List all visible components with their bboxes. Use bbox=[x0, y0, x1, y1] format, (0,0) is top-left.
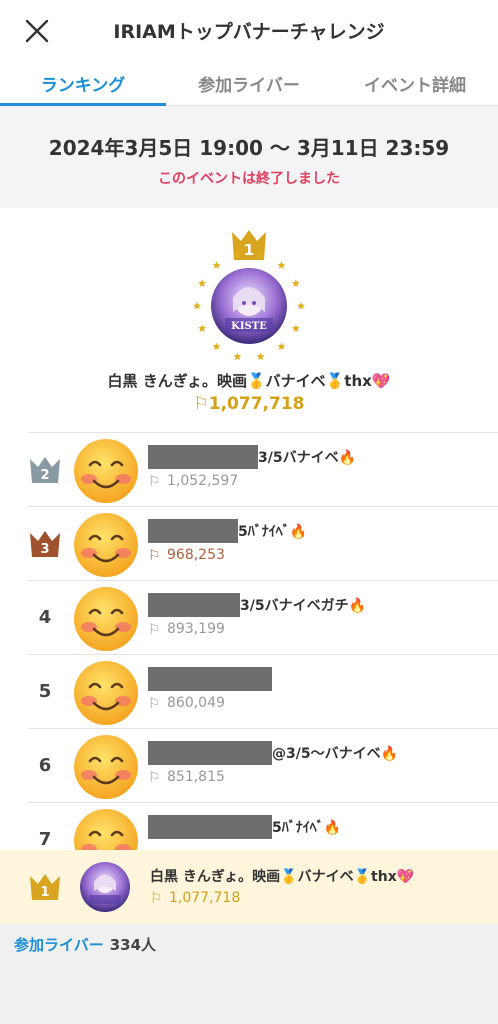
event-period: 2024年3月5日 19:00 〜 3月11日 23:59 bbox=[48, 136, 450, 160]
liver-score: ⚐ 851,815 bbox=[148, 769, 225, 786]
liver-score: ⚐ 893,199 bbox=[148, 621, 225, 638]
event-period-panel: 2024年3月5日 19:00 〜 3月11日 23:59 このイベントは終了し… bbox=[0, 106, 498, 208]
tab-participants[interactable]: 参加ライバー bbox=[166, 60, 332, 105]
star-icon bbox=[233, 352, 242, 361]
star-icon bbox=[198, 324, 207, 332]
liver-score: ⚐ 860,049 bbox=[148, 695, 225, 712]
flag-icon: ⚐ bbox=[148, 548, 161, 564]
top1-avatar[interactable]: KISTE bbox=[211, 268, 287, 344]
star-icon bbox=[291, 279, 300, 287]
svg-text:KISTE: KISTE bbox=[231, 321, 267, 332]
flag-icon: ⚐ bbox=[148, 474, 161, 490]
star-icon bbox=[212, 261, 221, 269]
smiling-face-icon bbox=[74, 439, 138, 503]
redacted-name bbox=[148, 593, 240, 617]
star-icon bbox=[193, 301, 201, 310]
flag-icon: ⚐ bbox=[193, 394, 209, 414]
liver-name bbox=[148, 667, 272, 691]
event-ended-notice: このイベントは終了しました bbox=[158, 171, 340, 187]
liver-name: 3/5バナイベガチ🔥 bbox=[148, 593, 366, 617]
ranking-row[interactable]: 6 @3/5〜バナイベ🔥 ⚐ 851,815 bbox=[28, 728, 498, 802]
star-icon bbox=[297, 301, 305, 310]
liver-score: ⚐ 1,052,597 bbox=[148, 473, 239, 490]
star-icon bbox=[233, 251, 242, 259]
ranking-row[interactable]: 7 5ﾊﾞﾅｲﾍﾞ🔥 bbox=[28, 802, 498, 873]
top1-score: ⚐1,077,718 bbox=[193, 394, 305, 414]
flag-icon: ⚐ bbox=[148, 622, 161, 638]
tab-bar: ランキング 参加ライバー イベント詳細 bbox=[0, 60, 498, 106]
redacted-name bbox=[148, 445, 258, 469]
star-icon bbox=[256, 352, 265, 361]
page-title: IRIAMトップバナーチャレンジ bbox=[113, 21, 385, 43]
tab-event-details[interactable]: イベント詳細 bbox=[332, 60, 498, 105]
redacted-name bbox=[148, 519, 238, 543]
liver-name: 5ﾊﾞﾅｲﾍﾞ🔥 bbox=[148, 815, 341, 839]
footer: 参加ライバー 334人 bbox=[0, 924, 498, 1024]
gold-crown-icon: 1 bbox=[30, 874, 60, 900]
rank-number: 6 bbox=[38, 755, 52, 776]
svg-text:3: 3 bbox=[40, 542, 49, 557]
rank-number: 7 bbox=[38, 829, 52, 850]
redacted-name bbox=[148, 815, 272, 839]
smiling-face-icon bbox=[74, 587, 138, 651]
liver-name: @3/5〜バナイベ🔥 bbox=[148, 741, 398, 765]
flag-icon: ⚐ bbox=[148, 770, 161, 786]
top1-spotlight: 1 KISTE 白黒 きんぎょ。映画🥇バナイベ🥇thx💖 ⚐1,077,718 bbox=[0, 208, 498, 432]
silver-crown-icon: 2 bbox=[30, 457, 60, 483]
ranking-row[interactable]: 3 5ﾊﾞﾅｲﾍﾞ🔥 ⚐ 968,253 bbox=[28, 506, 498, 580]
flag-icon: ⚐ bbox=[148, 696, 161, 712]
my-name: 白黒 きんぎょ。映画🥇バナイベ🥇thx💖 bbox=[150, 869, 415, 885]
liver-name: 5ﾊﾞﾅｲﾍﾞ🔥 bbox=[148, 519, 307, 543]
rank-number: 5 bbox=[38, 681, 52, 702]
top1-name: 白黒 きんぎょ。映画🥇バナイベ🥇thx💖 bbox=[107, 372, 391, 390]
liver-score: ⚐ 968,253 bbox=[148, 547, 225, 564]
flag-icon: ⚐ bbox=[150, 891, 163, 907]
star-icon bbox=[212, 342, 221, 351]
tab-ranking[interactable]: ランキング bbox=[0, 60, 166, 106]
star-icon bbox=[277, 342, 286, 351]
smiling-face-icon bbox=[74, 661, 138, 725]
ranking-row[interactable]: 4 3/5バナイベガチ🔥 ⚐ 893,199 bbox=[28, 580, 498, 654]
svg-text:2: 2 bbox=[40, 468, 49, 483]
my-score: ⚐ 1,077,718 bbox=[150, 890, 241, 907]
header: IRIAMトップバナーチャレンジ bbox=[0, 0, 498, 60]
my-rank-row[interactable]: 1 白黒 きんぎょ。映画🥇バナイベ🥇thx💖 ⚐ 1,077,718 bbox=[0, 850, 498, 924]
smiling-face-icon bbox=[74, 735, 138, 799]
star-icon bbox=[256, 251, 265, 259]
bronze-crown-icon: 3 bbox=[30, 531, 60, 557]
rank-number: 4 bbox=[38, 607, 52, 628]
liver-name: 3/5バナイベ🔥 bbox=[148, 445, 356, 469]
ranking-row[interactable]: 5 ⚐ 860,049 bbox=[28, 654, 498, 728]
star-icon bbox=[277, 261, 286, 269]
ranking-row[interactable]: 2 3/5バナイベ🔥 ⚐ 1,052,597 bbox=[28, 432, 498, 506]
star-icon bbox=[198, 279, 207, 287]
redacted-name bbox=[148, 741, 272, 765]
my-avatar bbox=[80, 862, 130, 912]
redacted-name bbox=[148, 667, 272, 691]
participants-count[interactable]: 参加ライバー 334人 bbox=[14, 934, 156, 955]
self-rank: 1 bbox=[40, 885, 49, 900]
star-icon bbox=[291, 324, 300, 332]
smiling-face-icon bbox=[74, 513, 138, 577]
